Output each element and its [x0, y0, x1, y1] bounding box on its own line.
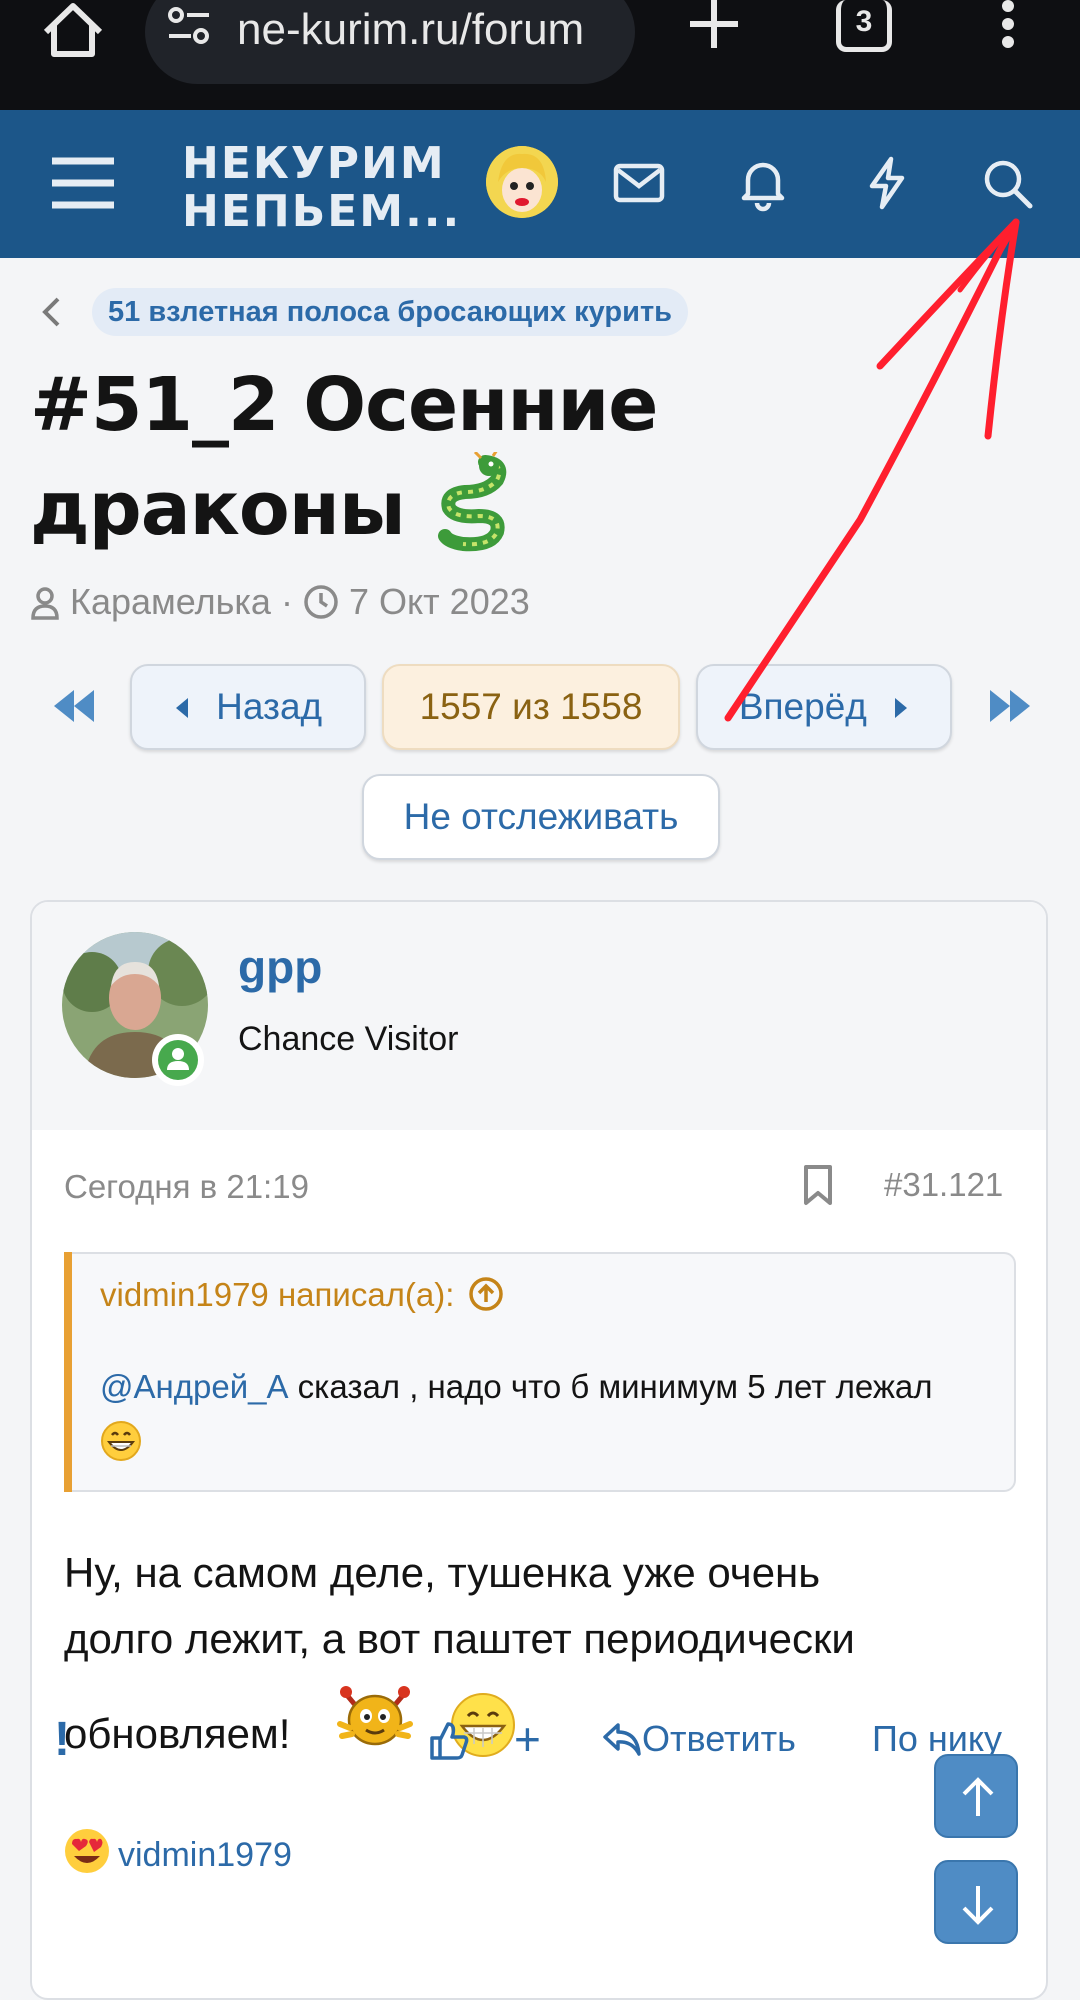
caret-left-icon [175, 698, 188, 718]
url-text[interactable]: ne-kurim.ru/forum [237, 0, 637, 75]
post-user-box: gpp Chance Visitor [32, 902, 1046, 1130]
first-page-icon[interactable] [52, 688, 96, 724]
new-tab-icon[interactable] [688, 0, 740, 52]
user-icon [31, 587, 59, 620]
thumbs-up-icon[interactable] [428, 1720, 470, 1762]
post-body-line1: Ну, на самом деле, тушенка уже очень [64, 1549, 821, 1596]
address-bar[interactable]: ne-kurim.ru/forum [145, 0, 635, 84]
post-number[interactable]: #31.121 [884, 1166, 1003, 1204]
online-user-icon [158, 1040, 198, 1080]
next-page-button[interactable]: Вперёд [696, 664, 952, 750]
chevron-left-icon[interactable] [40, 296, 62, 328]
site-header: НЕКУРИМ НЕПЬЕМ... [0, 110, 1080, 258]
breadcrumb[interactable]: 51 взлетная полоса бросающих курить [92, 288, 688, 336]
user-avatar[interactable] [486, 146, 558, 218]
quote-body: @Андрей_А сказал , надо что б минимум 5 … [100, 1360, 980, 1468]
arrow-down-icon [962, 1886, 994, 1925]
quote-author: vidmin1979 написал(а): [100, 1276, 455, 1313]
arrow-up-icon [962, 1777, 994, 1816]
site-logo[interactable]: НЕКУРИМ НЕПЬЕМ... [182, 140, 461, 236]
post-user-title: Chance Visitor [238, 1020, 459, 1058]
scroll-top-button[interactable] [934, 1754, 1018, 1838]
site-settings-icon[interactable] [167, 6, 211, 46]
post-time[interactable]: Сегодня в 21:19 [64, 1168, 309, 1206]
post-actions: ! + Ответить По нику [32, 1704, 1046, 1784]
arrow-up-circle-icon[interactable] [468, 1276, 504, 1312]
unwatch-button[interactable]: Не отслеживать [362, 774, 720, 860]
next-label: Вперёд [738, 686, 867, 727]
menu-icon[interactable] [50, 155, 116, 211]
prev-page-button[interactable]: Назад [130, 664, 366, 750]
thread-author[interactable]: Карамелька [70, 581, 271, 622]
quote-header[interactable]: vidmin1979 написал(а): [100, 1276, 504, 1314]
page-indicator-button[interactable]: 1557 из 1558 [382, 664, 680, 750]
quote-text: сказал , надо что б минимум 5 лет лежал [288, 1368, 933, 1405]
thread-date[interactable]: 7 Окт 2023 [349, 581, 530, 622]
reply-label: Ответить [642, 1718, 796, 1759]
inbox-icon[interactable] [610, 154, 668, 212]
add-reaction-button[interactable]: + [514, 1712, 541, 1766]
thread-title: #51_2 Осенние драконы [30, 358, 890, 556]
caret-right-icon [895, 698, 908, 718]
reply-icon [603, 1723, 641, 1756]
thread-meta: Карамелька · 7 Окт 2023 [30, 580, 530, 624]
avatar-image [486, 146, 558, 218]
grin-emoji-icon [101, 1421, 141, 1461]
bell-icon[interactable] [734, 154, 792, 212]
bookmark-icon[interactable] [802, 1164, 834, 1206]
dragon-emoji-icon [437, 452, 507, 552]
post-quote: vidmin1979 написал(а): @Андрей_А сказал … [64, 1252, 1016, 1492]
report-button[interactable]: ! [54, 1712, 70, 1767]
post-body-line2: долго лежит, а вот паштет периодически [64, 1615, 855, 1662]
reaction-user: vidmin1979 [118, 1836, 292, 1874]
clock-icon [304, 585, 338, 619]
logo-line1: НЕКУРИМ [182, 138, 446, 189]
meta-separator: · [280, 581, 293, 622]
post-username[interactable]: gpp [238, 940, 322, 994]
browser-toolbar: ne-kurim.ru/forum 3 [0, 0, 1080, 110]
post-card: gpp Chance Visitor Сегодня в 21:19 #31.1… [30, 900, 1048, 2000]
scroll-bottom-button[interactable] [934, 1860, 1018, 1944]
home-icon[interactable] [38, 0, 108, 60]
logo-line2: НЕПЬЕМ... [182, 186, 462, 237]
whats-new-bolt-icon[interactable] [858, 154, 916, 212]
heart-eyes-emoji-icon [65, 1829, 109, 1873]
quote-mention[interactable]: @Андрей_А [100, 1368, 289, 1405]
prev-label: Назад [216, 686, 323, 727]
last-page-icon[interactable] [988, 688, 1032, 724]
reaction-summary[interactable]: vidmin1979 [62, 1826, 292, 1876]
tab-switcher-button[interactable]: 3 [836, 0, 892, 52]
reply-button[interactable]: Ответить [602, 1718, 796, 1760]
online-status-badge [152, 1034, 204, 1086]
search-icon[interactable] [978, 154, 1036, 212]
more-menu-icon[interactable] [996, 0, 1020, 54]
thread-title-text: #51_2 Осенние драконы [30, 362, 658, 552]
